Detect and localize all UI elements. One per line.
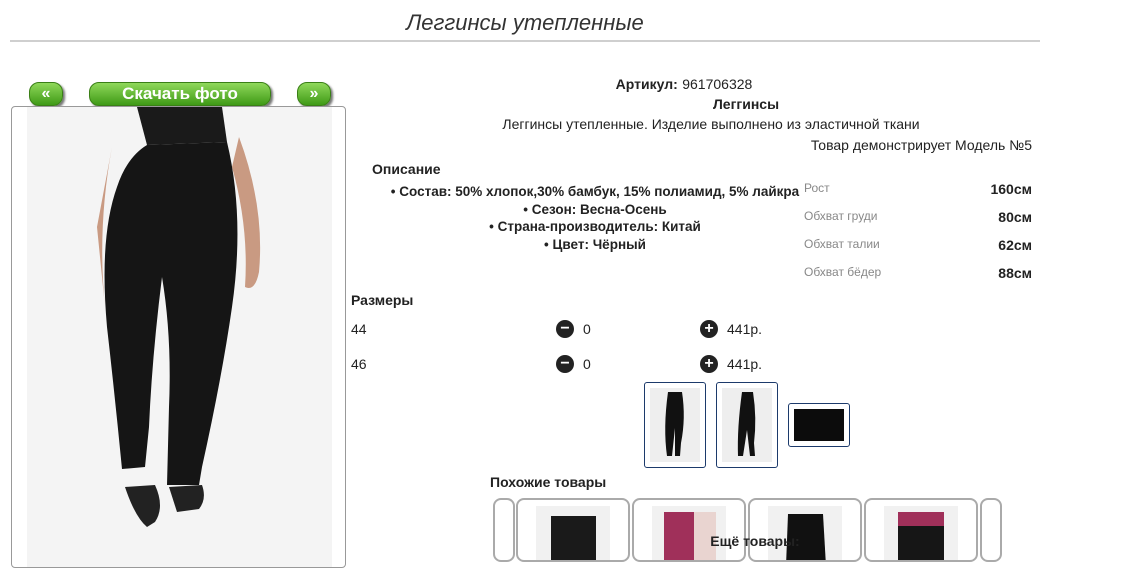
- model-note: Товар демонстрирует Модель №5: [810, 137, 1032, 153]
- measurement-label: Обхват груди: [804, 209, 878, 223]
- similar-product-image: [884, 506, 958, 560]
- size-quantity: 0: [583, 356, 591, 372]
- photo-thumbnail[interactable]: [644, 382, 706, 468]
- description-item: • Цвет: Чёрный: [544, 236, 646, 252]
- size-label: 44: [351, 321, 367, 337]
- measurement-label: Обхват талии: [804, 237, 880, 251]
- size-price: 441р.: [727, 356, 763, 372]
- similar-product-card[interactable]: [632, 498, 746, 562]
- product-name: Леггинсы: [712, 96, 780, 112]
- measurement-value: 88см: [998, 265, 1032, 281]
- similar-prev-button[interactable]: [493, 498, 515, 562]
- plus-circle-icon[interactable]: +: [700, 355, 718, 373]
- similar-product-card[interactable]: [516, 498, 630, 562]
- article-line: Артикул: 961706328: [370, 76, 998, 94]
- measurement-label: Обхват бёдер: [804, 265, 882, 279]
- download-photo-button[interactable]: Скачать фото: [89, 82, 271, 106]
- description-list: • Состав: 50% хлопок,30% бамбук, 15% пол…: [370, 183, 820, 253]
- size-quantity: 0: [583, 321, 591, 337]
- prev-photo-button[interactable]: «: [29, 82, 63, 106]
- next-photo-button[interactable]: »: [297, 82, 331, 106]
- measurement-value: 160см: [990, 181, 1032, 197]
- measurement-value: 80см: [998, 209, 1032, 225]
- product-short-description: Леггинсы утепленные. Изделие выполнено и…: [502, 116, 920, 132]
- thumbnail-image: [722, 388, 772, 462]
- sizes-heading: Размеры: [351, 292, 414, 308]
- description-item: • Страна-производитель: Китай: [489, 219, 701, 234]
- similar-product-card[interactable]: [748, 498, 862, 562]
- similar-next-button[interactable]: [980, 498, 1002, 562]
- size-price: 441р.: [727, 321, 763, 337]
- size-label: 46: [351, 356, 367, 372]
- thumbnail-image: [650, 388, 700, 462]
- article-label: Артикул:: [615, 76, 678, 92]
- product-photo: [27, 107, 332, 567]
- measurement-value: 62см: [998, 237, 1032, 253]
- title-divider: [10, 40, 1040, 42]
- similar-products-heading: Похожие товары: [490, 474, 607, 490]
- model-silhouette: [27, 107, 332, 567]
- fabric-thumbnail[interactable]: [788, 403, 850, 447]
- plus-circle-icon[interactable]: +: [700, 320, 718, 338]
- fabric-swatch: [794, 409, 844, 441]
- measurement-label: Рост: [804, 181, 830, 195]
- minus-circle-icon[interactable]: −: [556, 355, 574, 373]
- description-heading: Описание: [372, 161, 441, 177]
- similar-product-card[interactable]: [864, 498, 978, 562]
- page-title: Леггинсы утепленные: [406, 10, 644, 35]
- description-item: • Сезон: Весна-Осень: [523, 201, 667, 217]
- more-products-heading: Ещё товары:: [710, 533, 800, 549]
- similar-product-image: [536, 506, 610, 560]
- article-value: 961706328: [682, 76, 753, 92]
- minus-circle-icon[interactable]: −: [556, 320, 574, 338]
- photo-thumbnail[interactable]: [716, 382, 778, 468]
- description-item: • Состав: 50% хлопок,30% бамбук, 15% пол…: [390, 184, 800, 199]
- main-photo[interactable]: [11, 106, 346, 568]
